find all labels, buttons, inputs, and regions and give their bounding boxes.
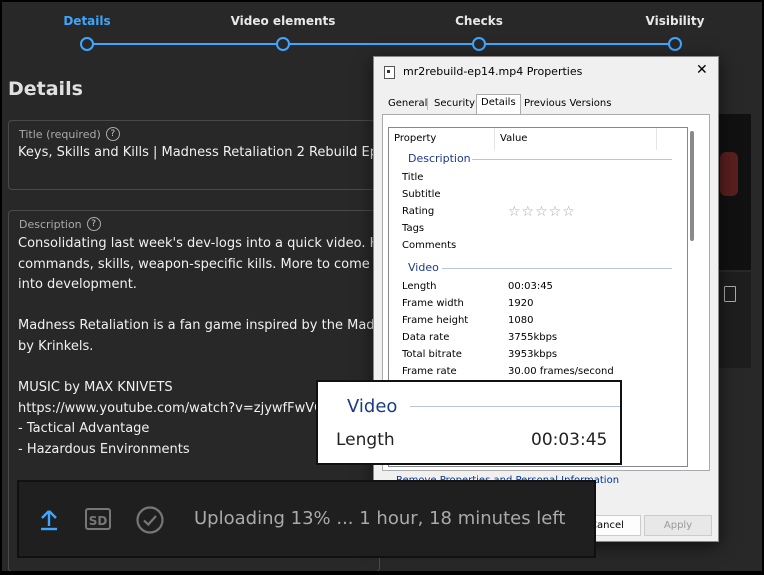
tab-general[interactable]: General	[388, 98, 427, 109]
group-description-header: Description	[408, 152, 471, 165]
help-icon[interactable]: ?	[86, 217, 101, 231]
description-line	[18, 296, 374, 317]
description-line: Consolidating last week's dev-logs into …	[18, 236, 374, 251]
page-title: Details	[8, 78, 83, 100]
tab-security[interactable]: Security	[434, 98, 475, 109]
studio-upload-window: Details Video elements Checks Visibility…	[2, 2, 762, 571]
property-total-bitrate[interactable]: Total bitrate	[402, 349, 462, 360]
property-comments[interactable]: Comments	[402, 240, 456, 251]
zoom-length-value: 00:03:45	[531, 430, 608, 450]
apply-button[interactable]: Apply	[644, 515, 712, 536]
step-dot-details[interactable]	[80, 37, 94, 51]
video-preview-figure	[720, 152, 738, 196]
rating-stars[interactable]: ☆☆☆☆☆	[508, 204, 576, 220]
upload-progress-text: Uploading 13% ... 1 hour, 18 minutes lef…	[194, 508, 566, 529]
description-line: into development.	[18, 277, 137, 293]
upload-icon[interactable]	[37, 508, 61, 532]
title-label-text: Title (required)	[19, 127, 101, 141]
description-label-text: Description	[19, 217, 82, 231]
description-line	[18, 358, 374, 379]
video-file-icon	[384, 66, 395, 79]
zoom-length-label: Length	[336, 430, 395, 450]
title-input[interactable]: Keys, Skills and Kills | Madness Retalia…	[18, 145, 399, 160]
upload-stepper: Details Video elements Checks Visibility	[2, 2, 762, 54]
value-frame-rate: 30.00 frames/second	[508, 366, 614, 377]
properties-scrollbar[interactable]	[690, 131, 694, 241]
description-line: Madness Retaliation is a fan game inspir…	[18, 318, 374, 334]
tab-previous-versions[interactable]: Previous Versions	[524, 98, 611, 109]
property-tags[interactable]: Tags	[402, 223, 424, 234]
property-frame-height[interactable]: Frame height	[402, 315, 468, 326]
group-divider	[442, 268, 672, 269]
property-title[interactable]: Title	[402, 172, 423, 183]
group-divider	[472, 159, 672, 160]
step-dot-video-elements[interactable]	[276, 37, 290, 51]
copy-icon[interactable]	[724, 286, 736, 302]
description-line: commands, skills, weapon-specific kills.…	[18, 256, 374, 272]
property-frame-width[interactable]: Frame width	[402, 298, 464, 309]
description-field-label: Description ?	[19, 217, 101, 231]
step-dot-checks[interactable]	[472, 37, 486, 51]
property-data-rate[interactable]: Data rate	[402, 332, 449, 343]
group-video-header: Video	[408, 261, 439, 274]
value-frame-width: 1920	[508, 298, 534, 309]
property-frame-rate[interactable]: Frame rate	[402, 366, 457, 377]
tab-divider	[427, 98, 428, 110]
value-length: 00:03:45	[508, 281, 553, 292]
property-length[interactable]: Length	[402, 281, 437, 292]
value-total-bitrate: 3953kbps	[508, 349, 558, 360]
upload-status-bar: SD Uploading 13% ... 1 hour, 18 minutes …	[17, 480, 596, 558]
stepper-line	[85, 43, 675, 45]
step-video-elements[interactable]: Video elements	[213, 14, 353, 28]
value-frame-height: 1080	[508, 315, 534, 326]
step-checks[interactable]: Checks	[409, 14, 549, 28]
step-dot-visibility[interactable]	[668, 37, 682, 51]
zoom-divider	[410, 406, 620, 407]
zoom-callout: Video Length 00:03:45	[316, 380, 622, 465]
step-details[interactable]: Details	[17, 14, 157, 28]
title-field-label: Title (required) ?	[19, 127, 120, 141]
description-line: by Krinkels.	[18, 338, 94, 354]
sd-icon[interactable]: SD	[85, 508, 111, 530]
column-header-property[interactable]: Property	[389, 128, 495, 150]
property-rating[interactable]: Rating	[402, 206, 434, 217]
dialog-title: mr2rebuild-ep14.mp4 Properties	[403, 65, 583, 78]
help-icon[interactable]: ?	[105, 127, 120, 141]
step-visibility[interactable]: Visibility	[605, 14, 745, 28]
column-header-value[interactable]: Value	[495, 128, 657, 150]
check-circle-icon[interactable]	[135, 505, 165, 535]
zoom-video-header: Video	[347, 396, 398, 417]
close-icon[interactable]: ✕	[696, 62, 708, 78]
file-properties-dialog: mr2rebuild-ep14.mp4 Properties ✕ General…	[373, 56, 719, 542]
value-data-rate: 3755kbps	[508, 332, 558, 343]
property-subtitle[interactable]: Subtitle	[402, 189, 441, 200]
